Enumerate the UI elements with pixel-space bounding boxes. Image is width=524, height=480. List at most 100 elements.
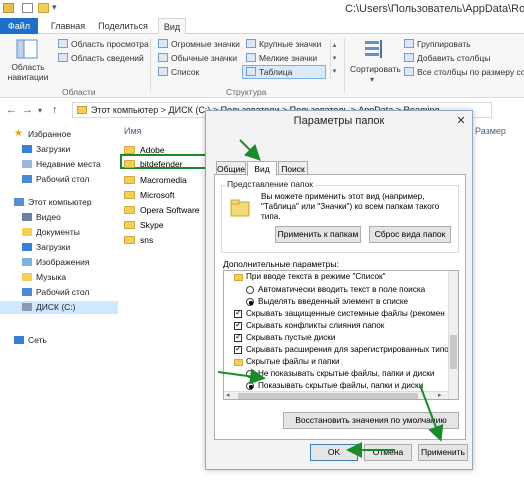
small-icons-button[interactable]: Мелкие значки [259,53,317,63]
folder-icon [124,221,135,229]
tab-view-dialog[interactable]: Вид [247,161,277,176]
scrollbar-thumb[interactable] [238,393,418,399]
forward-arrow-icon[interactable]: → [22,104,33,116]
option-label[interactable]: Скрывать защищенные системные файлы (рек… [246,309,445,318]
nav-disk-c[interactable]: ДИСК (C:) [0,301,118,314]
nav-network[interactable]: Сеть [0,334,118,347]
checkbox-hide-extensions[interactable] [234,344,242,354]
nav-documents[interactable]: Документы [0,226,118,239]
close-icon[interactable]: ✕ [454,114,468,128]
normal-icons-button[interactable]: Обычные значки [171,53,237,63]
scroll-left-icon[interactable]: ◂ [226,392,230,399]
layout-scroll-arrows[interactable]: ▴ ▾ ▾ [330,39,338,79]
checkbox-hide-merge-conflicts[interactable] [234,320,242,330]
drive-icon [22,303,32,311]
list-item[interactable]: Skype [124,219,209,232]
tab-home[interactable]: Главная [48,18,88,34]
network-icon [14,336,24,344]
restore-defaults-button[interactable]: Восстановить значения по умолчанию [283,412,459,429]
advanced-settings-tree[interactable]: При вводе текста в режиме "Список" Автом… [223,270,459,400]
large-icons-button[interactable]: Крупные значки [259,39,321,49]
tree-item-label: Скрытые файлы и папки [246,357,340,366]
sort-dropdown-icon[interactable]: ▾ [370,75,374,84]
folder-views-icon [229,197,251,219]
quick-access-dropdown-icon[interactable]: ▾ [52,2,57,13]
nav-favorites[interactable]: ★ Избранное [0,128,118,141]
window-title: C:\Users\Пользователь\AppData\Roami [345,3,524,15]
file-name: Microsoft [140,190,175,200]
option-label[interactable]: Выделять введенный элемент в списке [258,297,408,306]
tab-view[interactable]: Вид [158,18,186,35]
list-item[interactable]: Microsoft [124,189,209,202]
tab-general[interactable]: Общие [216,161,246,175]
ribbon-tabs: Файл Главная Поделиться Вид [0,18,524,35]
folder-options-dialog: Параметры папок ✕ Общие Вид Поиск Предст… [205,110,473,470]
tab-share[interactable]: Поделиться [96,18,150,34]
huge-icons-button[interactable]: Огромные значки [171,39,240,49]
nav-video[interactable]: Видео [0,211,118,224]
nav-images[interactable]: Изображения [0,256,118,269]
sort-icon[interactable] [362,38,384,60]
ok-button[interactable]: OK [310,444,358,461]
download-icon [22,145,32,153]
group-by-button[interactable]: Группировать [417,39,471,49]
nav-downloads[interactable]: Загрузки [0,143,118,156]
option-label[interactable]: Скрывать расширения для зарегистрированн… [246,345,449,354]
navigation-pane-button[interactable]: Область навигации [6,62,50,82]
nav-recent[interactable]: Недавние места [0,158,118,171]
add-columns-button[interactable]: Добавить столбцы [417,53,490,63]
fit-columns-icon [404,67,414,76]
column-header-name[interactable]: Имя [124,126,142,136]
navigation-pane-icon[interactable] [16,38,38,60]
nav-desktop[interactable]: Рабочий стол [0,173,118,186]
radio-select-typed-item[interactable] [246,298,254,306]
apply-to-folders-button[interactable]: Применить к папкам [275,226,361,243]
list-item[interactable]: Opera Software [124,204,209,217]
cancel-button[interactable]: Отмена [364,444,412,461]
vertical-scrollbar[interactable] [448,271,458,399]
column-header-size[interactable]: Размер [475,126,506,136]
apply-button[interactable]: Применить [418,444,468,461]
title-bar: ▾ C:\Users\Пользователь\AppData\Roami [0,0,524,18]
table-view-button[interactable]: Таблица [259,67,292,77]
tab-search[interactable]: Поиск [278,161,308,175]
checkbox-hide-protected-files[interactable] [234,308,242,318]
checkbox-hide-empty-drives[interactable] [234,332,242,342]
nav-music[interactable]: Музыка [0,271,118,284]
list-view-button[interactable]: Список [171,67,199,77]
back-arrow-icon[interactable]: ← [6,104,17,116]
up-arrow-icon[interactable]: ↑ [52,104,58,116]
properties-icon[interactable] [22,3,33,13]
horizontal-scrollbar[interactable]: ◂ ▸ [224,391,448,399]
ribbon: Область навигации Область просмотра Обла… [0,34,524,98]
nav-this-pc[interactable]: Этот компьютер [0,196,118,209]
option-label[interactable]: Не показывать скрытые файлы, папки и дис… [258,369,434,378]
option-label[interactable]: Скрывать конфликты слияния папок [246,321,384,330]
scrollbar-thumb[interactable] [450,335,457,369]
computer-icon [14,198,24,206]
nav-label: Рабочий стол [36,287,90,297]
nav-downloads-pc[interactable]: Загрузки [0,241,118,254]
details-pane-button[interactable]: Область сведений [71,53,144,63]
new-folder-icon[interactable] [38,3,49,13]
video-icon [22,213,32,221]
radio-auto-type-search[interactable] [246,286,254,294]
option-label[interactable]: Автоматически вводить текст в поле поиск… [258,285,425,294]
nav-desktop-pc[interactable]: Рабочий стол [0,286,118,299]
radio-dont-show-hidden[interactable] [246,370,254,378]
reset-folders-button[interactable]: Сброс вида папок [369,226,451,243]
folder-views-description: Вы можете применить этот вид (например, … [261,192,440,221]
tab-file[interactable]: Файл [0,18,38,34]
radio-show-hidden[interactable] [246,382,254,390]
history-dropdown-icon[interactable]: ▾ [38,106,42,115]
option-label[interactable]: Показывать скрытые файлы, папки и диски [258,381,423,390]
list-item[interactable]: Macromedia [124,174,209,187]
list-item[interactable]: bitdefender [124,158,209,171]
fit-columns-button[interactable]: Все столбцы по размеру сод [417,67,524,77]
preview-pane-button[interactable]: Область просмотра [71,39,149,49]
list-item[interactable]: Adobe [124,144,209,157]
sort-button[interactable]: Сортировать [350,64,401,74]
scroll-right-icon[interactable]: ▸ [438,392,442,399]
option-label[interactable]: Скрывать пустые диски [246,333,335,342]
list-item[interactable]: sns [124,234,209,247]
